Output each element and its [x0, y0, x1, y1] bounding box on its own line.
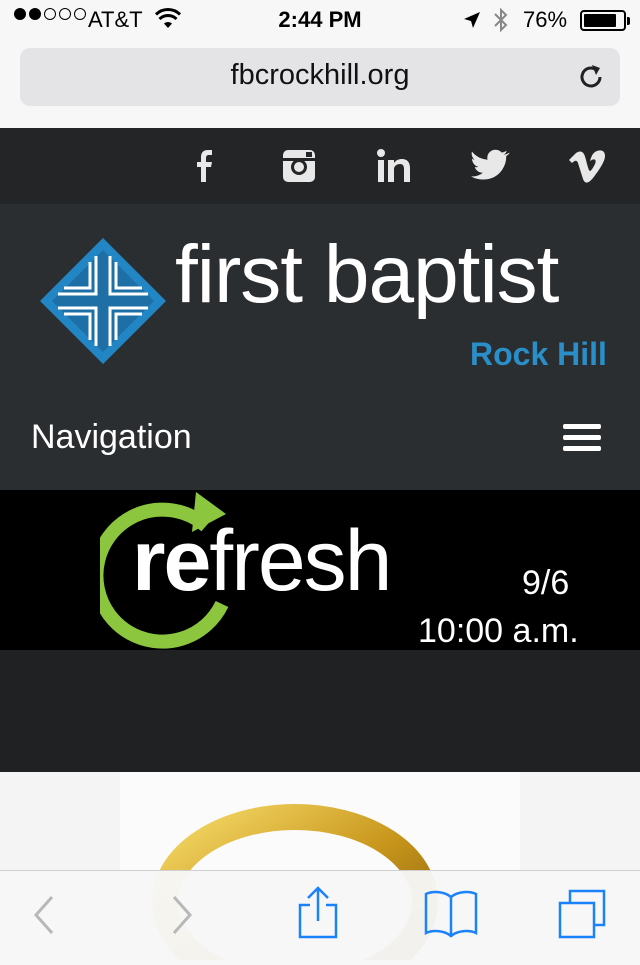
forward-icon[interactable] — [170, 893, 196, 942]
bluetooth-icon — [492, 7, 510, 40]
facebook-icon[interactable] — [182, 148, 226, 184]
site-name[interactable]: first baptist — [175, 228, 559, 322]
back-icon[interactable] — [30, 893, 56, 942]
site-location[interactable]: Rock Hill — [470, 336, 607, 373]
location-arrow-icon — [462, 9, 482, 37]
instagram-icon[interactable] — [277, 148, 321, 184]
address-bar[interactable]: fbcrockhill.org — [20, 48, 620, 106]
browser-toolbar — [0, 870, 640, 961]
refresh-title: refresh — [132, 512, 393, 611]
event-date: 9/6 — [522, 564, 570, 602]
social-links-bar — [0, 128, 640, 204]
battery-percent: 76% — [523, 7, 568, 32]
event-time: 10:00 a.m. — [418, 612, 579, 650]
refresh-title-fresh: fresh — [209, 513, 392, 609]
bookmarks-icon[interactable] — [422, 889, 480, 944]
reload-icon[interactable] — [576, 62, 606, 97]
battery-icon — [580, 10, 630, 31]
navigation-label[interactable]: Navigation — [31, 418, 192, 457]
tabs-icon[interactable] — [556, 887, 610, 946]
twitter-icon[interactable] — [469, 148, 513, 184]
url-text[interactable]: fbcrockhill.org — [20, 59, 620, 92]
vimeo-icon[interactable] — [565, 148, 609, 184]
share-icon[interactable] — [296, 885, 340, 946]
refresh-title-re: re — [132, 513, 211, 609]
first-baptist-logo-mark[interactable] — [38, 236, 168, 371]
status-bar: AT&T 2:44 PM 76% — [0, 0, 640, 40]
section-spacer — [0, 650, 640, 772]
linkedin-icon[interactable] — [373, 148, 417, 184]
hamburger-menu-icon[interactable] — [563, 424, 601, 457]
